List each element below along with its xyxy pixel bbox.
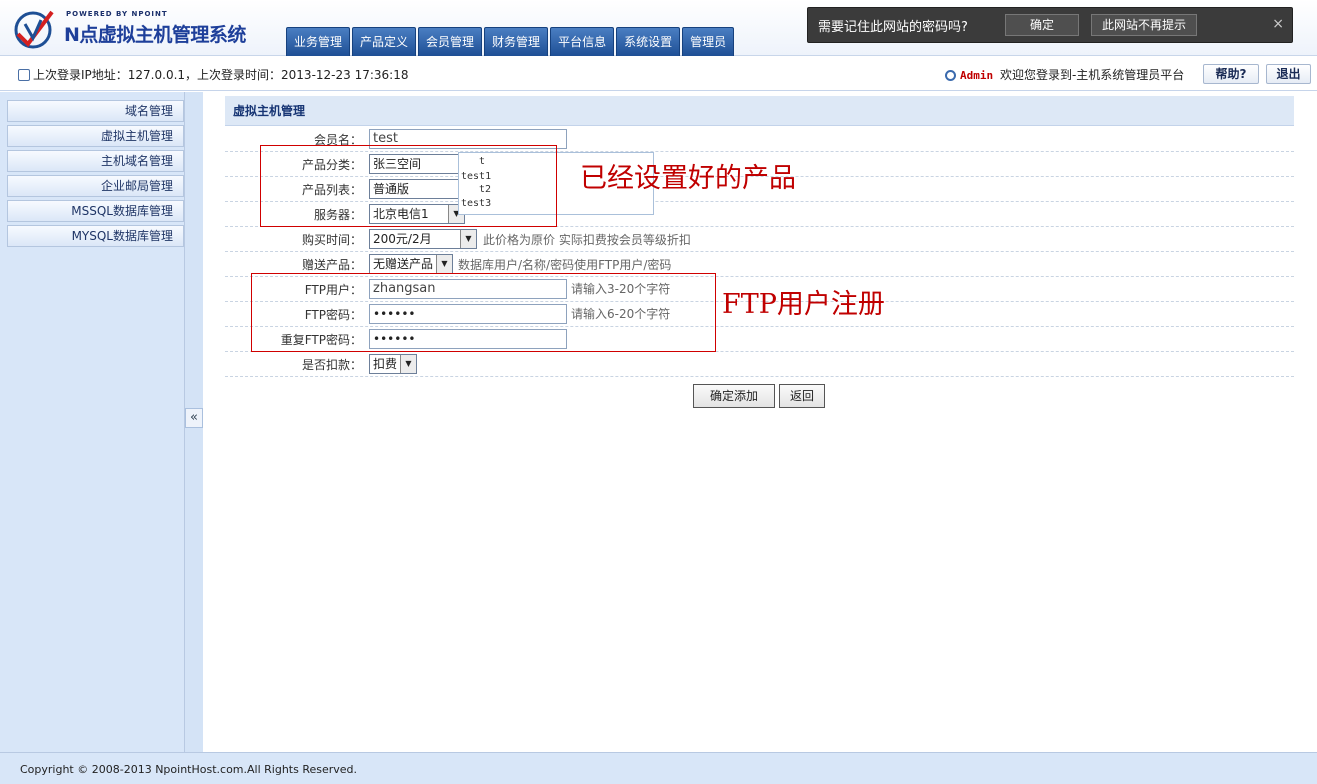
admin-name: Admin — [960, 69, 994, 82]
gift-hint: 数据库用户/名称/密码使用FTP用户/密码 — [458, 258, 672, 272]
nav-tab-admin[interactable]: 管理员 — [682, 27, 735, 56]
logout-button[interactable]: 退出 — [1266, 64, 1311, 84]
annotation-products: 已经设置好的产品 — [580, 163, 796, 194]
collapse-sidebar-button[interactable]: « — [185, 408, 203, 428]
sidebar-item-domain[interactable]: 域名管理 — [7, 100, 184, 122]
welcome-info: Admin 欢迎您登录到-主机系统管理员平台 — [945, 66, 1184, 83]
chevron-down-icon: ▼ — [400, 355, 416, 373]
nav-tab-settings[interactable]: 系统设置 — [616, 27, 681, 56]
main-nav: 业务管理 产品定义 会员管理 财务管理 平台信息 系统设置 管理员 — [286, 27, 735, 56]
annotation-box-ftp — [251, 273, 716, 352]
nav-tab-finance[interactable]: 财务管理 — [484, 27, 549, 56]
deduct-label: 是否扣款： — [301, 358, 362, 372]
sidebar-item-mysql[interactable]: MYSQL数据库管理 — [7, 225, 184, 247]
sidebar-item-mail[interactable]: 企业邮局管理 — [7, 175, 184, 197]
duration-hint: 此价格为原价 实际扣费按会员等级折扣 — [483, 233, 691, 247]
user-icon — [945, 70, 956, 81]
annotation-ftp: FTP用户注册 — [722, 289, 885, 320]
footer: Copyright © 2008-2013 NpointHost.com.All… — [0, 752, 1317, 784]
duration-label: 购买时间： — [301, 233, 362, 247]
info-bar: 上次登录IP地址：127.0.0.1，上次登录时间：2013-12-23 17:… — [0, 57, 1317, 91]
close-icon[interactable]: × — [1272, 16, 1284, 32]
header: POWERED BY NPOINT N点虚拟主机管理系统 业务管理 产品定义 会… — [0, 0, 1317, 56]
gift-label: 赠送产品： — [301, 258, 362, 272]
save-password-prompt: 需要记住此网站的密码吗? 确定 此网站不再提示 × — [807, 7, 1293, 43]
form-row-duration: 购买时间： 200元/2月 ▼ 此价格为原价 实际扣费按会员等级折扣 — [225, 227, 1294, 252]
logo-name: N点虚拟主机管理系统 — [64, 24, 246, 46]
sidebar-item-host-domain[interactable]: 主机域名管理 — [7, 150, 184, 172]
duration-select[interactable]: 200元/2月 ▼ — [369, 229, 477, 249]
sidebar-item-mssql[interactable]: MSSQL数据库管理 — [7, 200, 184, 222]
save-password-never-button[interactable]: 此网站不再提示 — [1091, 14, 1197, 36]
chevron-down-icon: ▼ — [436, 255, 452, 273]
nav-tab-business[interactable]: 业务管理 — [286, 27, 351, 56]
monitor-icon — [18, 69, 30, 81]
logo: POWERED BY NPOINT N点虚拟主机管理系统 — [12, 6, 262, 52]
welcome-text: 欢迎您登录到-主机系统管理员平台 — [999, 68, 1185, 82]
help-button[interactable]: 帮助? — [1203, 64, 1259, 84]
back-button[interactable]: 返回 — [779, 384, 825, 408]
logo-powered-text: POWERED BY NPOINT — [66, 10, 168, 18]
save-password-confirm-button[interactable]: 确定 — [1005, 14, 1079, 36]
panel-title: 虚拟主机管理 — [225, 96, 1294, 126]
copyright: Copyright © 2008-2013 NpointHost.com.All… — [20, 763, 358, 776]
last-login-info: 上次登录IP地址：127.0.0.1，上次登录时间：2013-12-23 17:… — [18, 66, 408, 83]
deduct-select[interactable]: 扣费 ▼ — [369, 354, 417, 374]
submit-add-button[interactable]: 确定添加 — [693, 384, 775, 408]
sidebar: 域名管理 虚拟主机管理 主机域名管理 企业邮局管理 MSSQL数据库管理 MYS… — [0, 92, 185, 752]
form-row-deduct: 是否扣款： 扣费 ▼ — [225, 352, 1294, 377]
gift-select[interactable]: 无赠送产品 ▼ — [369, 254, 453, 274]
annotation-box-products — [260, 145, 557, 227]
logo-mark-icon — [14, 10, 54, 49]
save-password-message: 需要记住此网站的密码吗? — [818, 20, 968, 35]
chevron-down-icon: ▼ — [460, 230, 476, 248]
sidebar-item-virtual-host[interactable]: 虚拟主机管理 — [7, 125, 184, 147]
nav-tab-product-definition[interactable]: 产品定义 — [352, 27, 417, 56]
nav-tab-member[interactable]: 会员管理 — [418, 27, 483, 56]
nav-tab-platform[interactable]: 平台信息 — [550, 27, 615, 56]
